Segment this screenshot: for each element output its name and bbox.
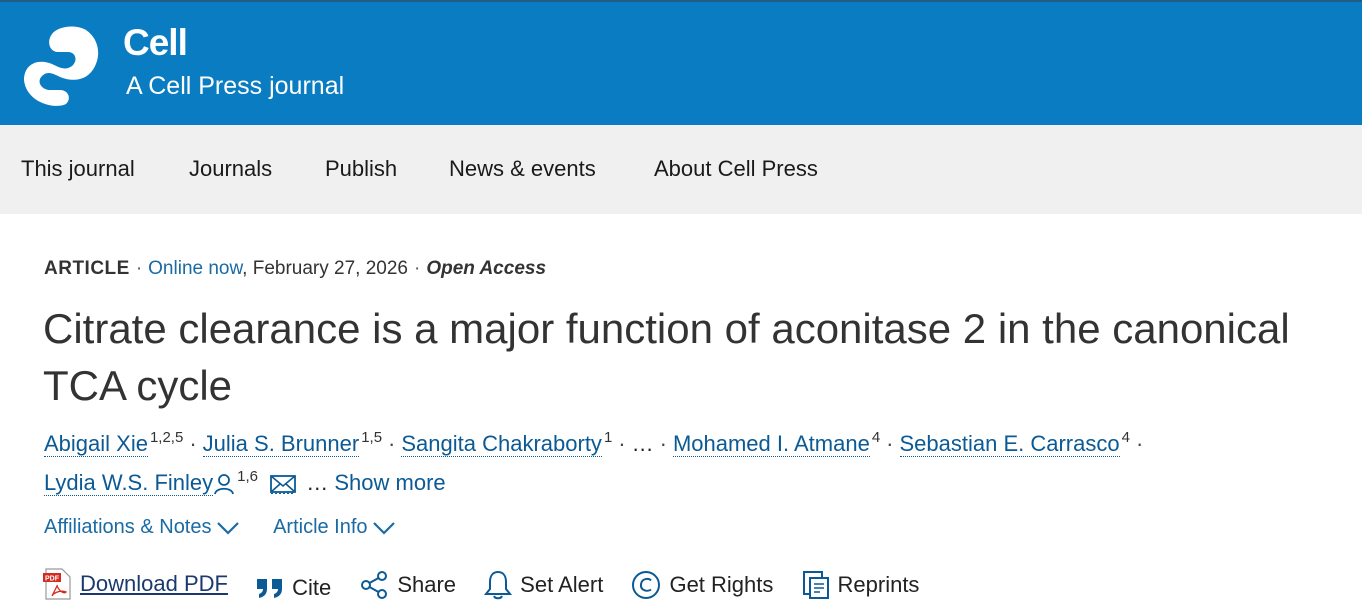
separator-dot: · — [618, 431, 626, 456]
reprints-button[interactable]: Reprints — [802, 570, 920, 600]
nav-this-journal[interactable]: This journal — [21, 156, 135, 182]
separator-dot: · — [1135, 431, 1144, 456]
bell-icon — [484, 570, 513, 600]
online-now-link[interactable]: Online now — [148, 258, 242, 279]
author-affiliation-sup[interactable]: 1,6 — [237, 468, 258, 485]
article-actions: PDF Download PDF Cite Share Set Alert Ge… — [42, 568, 941, 606]
download-pdf-button[interactable]: PDF Download PDF — [42, 568, 228, 600]
separator-dot: · — [659, 431, 667, 456]
cite-label: Cite — [292, 575, 332, 600]
set-alert-button[interactable]: Set Alert — [484, 570, 603, 600]
separator-dot: · — [135, 258, 143, 279]
brand-subtitle: A Cell Press journal — [126, 72, 345, 100]
toggle-label: Article Info — [273, 516, 368, 538]
author-link[interactable]: Mohamed I. Atmane — [672, 431, 870, 457]
chevron-down-icon — [372, 521, 395, 535]
publication-date: , February 27, 2026 — [242, 258, 408, 279]
nav-about-cell-press[interactable]: About Cell Press — [654, 156, 818, 182]
person-icon — [214, 474, 235, 495]
author-link[interactable]: Abigail Xie — [44, 431, 148, 457]
toggle-label: Affiliations & Notes — [44, 516, 212, 538]
separator-dot: · — [414, 258, 421, 279]
separator-dot: · — [886, 431, 894, 456]
quote-icon — [257, 579, 283, 598]
author-ellipsis: … — [306, 470, 329, 495]
article-meta: ARTICLE · Online now, February 27, 2026 · Op… — [44, 258, 546, 280]
reprints-label: Reprints — [837, 572, 920, 597]
separator-dot: · — [388, 431, 396, 456]
copyright-icon — [632, 571, 661, 599]
email-icon[interactable] — [270, 474, 297, 495]
share-icon — [361, 571, 388, 599]
separator-dot: · — [189, 431, 197, 456]
article-type: ARTICLE — [44, 258, 130, 279]
author-affiliation-sup[interactable]: 4 — [1122, 429, 1130, 446]
affiliations-notes-toggle[interactable]: Affiliations & Notes — [44, 516, 240, 539]
nav-news-events[interactable]: News & events — [449, 156, 596, 182]
author-affiliation-sup[interactable]: 1,5 — [361, 429, 382, 446]
author-affiliation-sup[interactable]: 1,2,5 — [150, 429, 183, 446]
author-affiliation-sup[interactable]: 1 — [604, 429, 612, 446]
cite-button[interactable]: Cite — [256, 575, 331, 601]
author-link[interactable]: Lydia W.S. Finley — [44, 470, 214, 496]
reprints-icon — [802, 571, 829, 599]
article-toggles: Affiliations & Notes Article Info — [44, 516, 424, 539]
author-affiliation-sup[interactable]: 4 — [872, 429, 880, 446]
nav-publish[interactable]: Publish — [325, 156, 397, 182]
author-ellipsis: … — [631, 431, 654, 456]
author-link[interactable]: Julia S. Brunner — [202, 431, 360, 457]
share-button[interactable]: Share — [359, 570, 456, 600]
chevron-down-icon — [216, 521, 239, 535]
get-rights-label: Get Rights — [669, 572, 774, 597]
get-rights-button[interactable]: Get Rights — [631, 570, 773, 600]
nav-journals[interactable]: Journals — [189, 156, 272, 182]
main-nav: This journal Journals Publish News & eve… — [0, 125, 1362, 214]
cell-logo-icon[interactable] — [18, 24, 102, 106]
author-list: Abigail Xie 1,2,5 · Julia S. Brunner 1,5 · San… — [44, 426, 1334, 504]
brand-name[interactable]: Cell — [123, 22, 188, 64]
share-label: Share — [397, 572, 457, 597]
download-pdf-label: Download PDF — [80, 571, 228, 596]
svg-text:PDF: PDF — [45, 576, 60, 583]
author-link[interactable]: Sebastian E. Carrasco — [899, 431, 1120, 457]
pdf-file-icon: PDF — [43, 568, 71, 600]
set-alert-label: Set Alert — [520, 572, 604, 597]
show-more-link[interactable]: Show more — [334, 470, 445, 495]
author-link[interactable]: Sangita Chakraborty — [401, 431, 602, 457]
site-header: Cell A Cell Press journal — [0, 0, 1362, 125]
article-title: Citrate clearance is a major function of… — [43, 305, 1290, 409]
open-access-badge: Open Access — [426, 258, 547, 279]
article-info-toggle[interactable]: Article Info — [273, 516, 395, 539]
